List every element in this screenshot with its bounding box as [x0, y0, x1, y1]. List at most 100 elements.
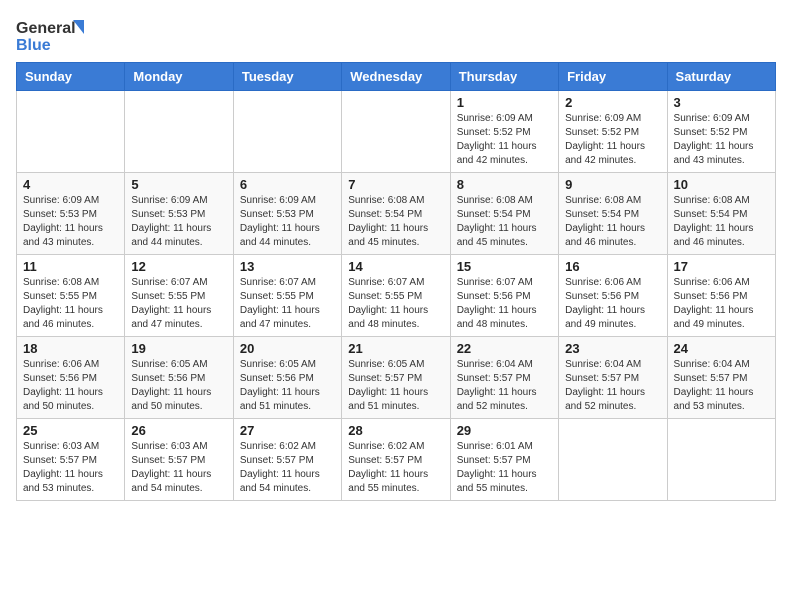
- calendar-cell: [17, 91, 125, 173]
- calendar-cell: 18 Sunrise: 6:06 AM Sunset: 5:56 PM Dayli…: [17, 337, 125, 419]
- day-info: Sunrise: 6:05 AM Sunset: 5:56 PM Dayligh…: [240, 358, 335, 414]
- calendar-cell: 26Sunrise: 6:03 AM Sunset: 5:57 PM Dayli…: [125, 419, 233, 501]
- day-info: Sunrise: 6:08 AM Sunset: 5:54 PM Dayligh…: [565, 194, 660, 250]
- day-number: 24: [674, 341, 769, 356]
- calendar-cell: 6 Sunrise: 6:09 AM Sunset: 5:53 PM Daylig…: [233, 173, 341, 255]
- calendar-cell: [667, 419, 775, 501]
- day-info: Sunrise: 6:08 AM Sunset: 5:54 PM Dayligh…: [348, 194, 443, 250]
- logo: GeneralBlue: [16, 16, 86, 54]
- calendar-cell: 7 Sunrise: 6:08 AM Sunset: 5:54 PM Daylig…: [342, 173, 450, 255]
- day-info: Sunrise: 6:01 AM Sunset: 5:57 PM Dayligh…: [457, 440, 552, 496]
- day-number: 19: [131, 341, 226, 356]
- calendar-cell: 15 Sunrise: 6:07 AM Sunset: 5:56 PM Dayli…: [450, 255, 558, 337]
- calendar-cell: 11 Sunrise: 6:08 AM Sunset: 5:55 PM Dayli…: [17, 255, 125, 337]
- calendar-cell: [125, 91, 233, 173]
- day-number: 2: [565, 95, 660, 110]
- calendar-cell: 13 Sunrise: 6:07 AM Sunset: 5:55 PM Dayli…: [233, 255, 341, 337]
- day-info: Sunrise: 6:07 AM Sunset: 5:55 PM Dayligh…: [131, 276, 226, 332]
- day-number: 25: [23, 423, 118, 438]
- day-number: 14: [348, 259, 443, 274]
- calendar-cell: 14 Sunrise: 6:07 AM Sunset: 5:55 PM Dayli…: [342, 255, 450, 337]
- calendar-cell: 5 Sunrise: 6:09 AM Sunset: 5:53 PM Daylig…: [125, 173, 233, 255]
- svg-text:General: General: [16, 20, 76, 37]
- day-number: 6: [240, 177, 335, 192]
- calendar-cell: 16 Sunrise: 6:06 AM Sunset: 5:56 PM Dayli…: [559, 255, 667, 337]
- calendar-header-saturday: Saturday: [667, 63, 775, 91]
- calendar-cell: 19 Sunrise: 6:05 AM Sunset: 5:56 PM Dayli…: [125, 337, 233, 419]
- day-info: Sunrise: 6:09 AM Sunset: 5:53 PM Dayligh…: [23, 194, 118, 250]
- calendar-cell: 23 Sunrise: 6:04 AM Sunset: 5:57 PM Dayli…: [559, 337, 667, 419]
- calendar-header-sunday: Sunday: [17, 63, 125, 91]
- calendar-cell: [559, 419, 667, 501]
- day-number: 29: [457, 423, 552, 438]
- calendar-week-5: 25 Sunrise: 6:03 AM Sunset: 5:57 PM Dayli…: [17, 419, 776, 501]
- day-info: Sunrise: 6:05 AM Sunset: 5:56 PM Dayligh…: [131, 358, 226, 414]
- day-number: 16: [565, 259, 660, 274]
- day-info: Sunrise: 6:06 AM Sunset: 5:56 PM Dayligh…: [565, 276, 660, 332]
- header: GeneralBlue: [16, 16, 776, 54]
- calendar-cell: 3 Sunrise: 6:09 AM Sunset: 5:52 PM Daylig…: [667, 91, 775, 173]
- calendar-header-thursday: Thursday: [450, 63, 558, 91]
- day-number: 3: [674, 95, 769, 110]
- day-info: Sunrise: 6:09 AM Sunset: 5:53 PM Dayligh…: [131, 194, 226, 250]
- day-info: Sunrise: 6:06 AM Sunset: 5:56 PM Dayligh…: [674, 276, 769, 332]
- day-number: 1: [457, 95, 552, 110]
- day-info: Sunrise: 6:07 AM Sunset: 5:55 PM Dayligh…: [348, 276, 443, 332]
- day-info: Sunrise: 6:04 AM Sunset: 5:57 PM Dayligh…: [565, 358, 660, 414]
- calendar-cell: [233, 91, 341, 173]
- calendar-header-wednesday: Wednesday: [342, 63, 450, 91]
- calendar-cell: 10 Sunrise: 6:08 AM Sunset: 5:54 PM Dayli…: [667, 173, 775, 255]
- calendar-cell: 24Sunrise: 6:04 AM Sunset: 5:57 PM Dayli…: [667, 337, 775, 419]
- day-number: 27: [240, 423, 335, 438]
- calendar-cell: 4 Sunrise: 6:09 AM Sunset: 5:53 PM Daylig…: [17, 173, 125, 255]
- day-number: 7: [348, 177, 443, 192]
- day-number: 18: [23, 341, 118, 356]
- calendar-week-2: 4 Sunrise: 6:09 AM Sunset: 5:53 PM Daylig…: [17, 173, 776, 255]
- day-number: 11: [23, 259, 118, 274]
- calendar-week-3: 11 Sunrise: 6:08 AM Sunset: 5:55 PM Dayli…: [17, 255, 776, 337]
- day-number: 10: [674, 177, 769, 192]
- calendar-cell: 27 Sunrise: 6:02 AM Sunset: 5:57 PM Dayli…: [233, 419, 341, 501]
- day-info: Sunrise: 6:02 AM Sunset: 5:57 PM Dayligh…: [240, 440, 335, 496]
- calendar-cell: 28 Sunrise: 6:02 AM Sunset: 5:57 PM Dayli…: [342, 419, 450, 501]
- calendar-cell: 9 Sunrise: 6:08 AM Sunset: 5:54 PM Daylig…: [559, 173, 667, 255]
- calendar-cell: 1 Sunrise: 6:09 AM Sunset: 5:52 PM Daylig…: [450, 91, 558, 173]
- day-info: Sunrise: 6:08 AM Sunset: 5:54 PM Dayligh…: [674, 194, 769, 250]
- day-info: Sunrise: 6:06 AM Sunset: 5:56 PM Dayligh…: [23, 358, 118, 414]
- day-number: 9: [565, 177, 660, 192]
- day-number: 21: [348, 341, 443, 356]
- day-number: 22: [457, 341, 552, 356]
- day-number: 5: [131, 177, 226, 192]
- calendar-header-friday: Friday: [559, 63, 667, 91]
- day-number: 23: [565, 341, 660, 356]
- calendar-cell: 12 Sunrise: 6:07 AM Sunset: 5:55 PM Dayli…: [125, 255, 233, 337]
- calendar-cell: 21 Sunrise: 6:05 AM Sunset: 5:57 PM Dayli…: [342, 337, 450, 419]
- calendar-cell: 2Sunrise: 6:09 AM Sunset: 5:52 PM Daylig…: [559, 91, 667, 173]
- day-info: Sunrise: 6:04 AM Sunset: 5:57 PM Dayligh…: [457, 358, 552, 414]
- calendar-cell: 22 Sunrise: 6:04 AM Sunset: 5:57 PM Dayli…: [450, 337, 558, 419]
- calendar-table: SundayMondayTuesdayWednesdayThursdayFrid…: [16, 62, 776, 501]
- calendar-cell: [342, 91, 450, 173]
- day-number: 15: [457, 259, 552, 274]
- day-info: Sunrise: 6:02 AM Sunset: 5:57 PM Dayligh…: [348, 440, 443, 496]
- day-info: Sunrise: 6:08 AM Sunset: 5:55 PM Dayligh…: [23, 276, 118, 332]
- calendar-cell: 17Sunrise: 6:06 AM Sunset: 5:56 PM Dayli…: [667, 255, 775, 337]
- calendar-cell: 8 Sunrise: 6:08 AM Sunset: 5:54 PM Daylig…: [450, 173, 558, 255]
- day-info: Sunrise: 6:09 AM Sunset: 5:53 PM Dayligh…: [240, 194, 335, 250]
- day-number: 13: [240, 259, 335, 274]
- day-info: Sunrise: 6:09 AM Sunset: 5:52 PM Dayligh…: [457, 112, 552, 168]
- day-info: Sunrise: 6:07 AM Sunset: 5:55 PM Dayligh…: [240, 276, 335, 332]
- calendar-cell: 20 Sunrise: 6:05 AM Sunset: 5:56 PM Dayli…: [233, 337, 341, 419]
- day-info: Sunrise: 6:09 AM Sunset: 5:52 PM Dayligh…: [674, 112, 769, 168]
- day-info: Sunrise: 6:05 AM Sunset: 5:57 PM Dayligh…: [348, 358, 443, 414]
- calendar-cell: 25Sunrise: 6:03 AM Sunset: 5:57 PM Dayli…: [17, 419, 125, 501]
- day-info: Sunrise: 6:08 AM Sunset: 5:54 PM Dayligh…: [457, 194, 552, 250]
- calendar-header-tuesday: Tuesday: [233, 63, 341, 91]
- day-info: Sunrise: 6:03 AM Sunset: 5:57 PM Dayligh…: [131, 440, 226, 496]
- day-number: 28: [348, 423, 443, 438]
- day-number: 8: [457, 177, 552, 192]
- day-number: 4: [23, 177, 118, 192]
- day-number: 12: [131, 259, 226, 274]
- day-number: 20: [240, 341, 335, 356]
- day-info: Sunrise: 6:07 AM Sunset: 5:56 PM Dayligh…: [457, 276, 552, 332]
